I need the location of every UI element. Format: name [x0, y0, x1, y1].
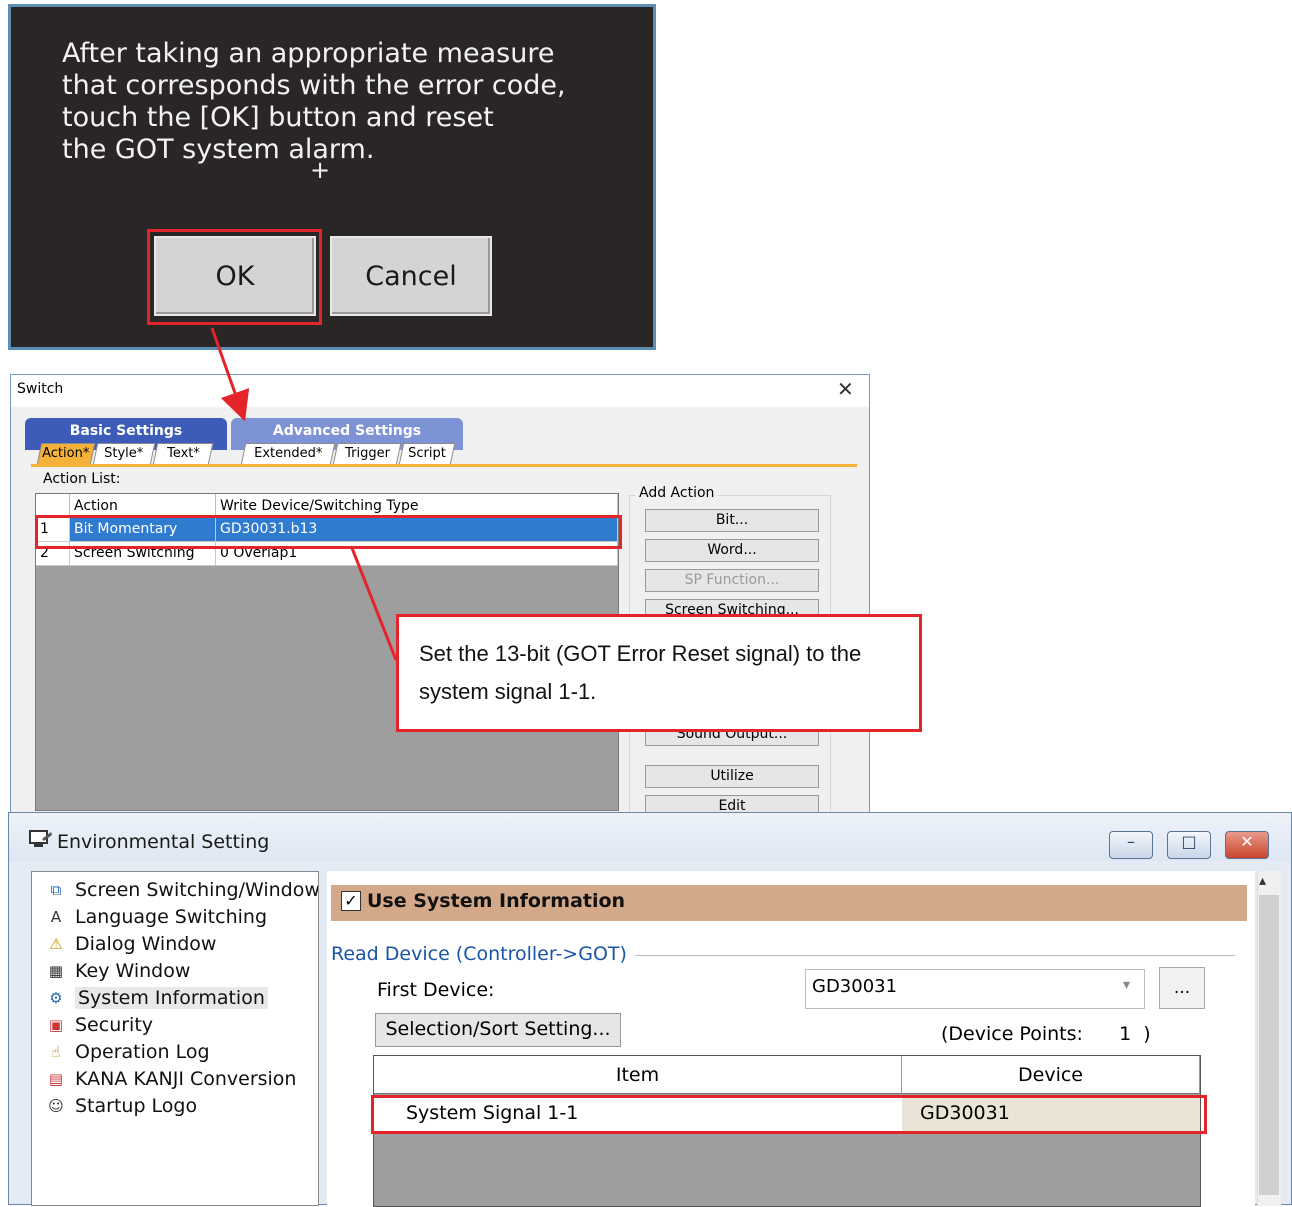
env-title: Environmental Setting — [57, 831, 270, 853]
tree-item-startup-logo[interactable]: ☺ Startup Logo — [46, 1093, 197, 1119]
word-button[interactable]: Word... — [645, 539, 819, 562]
security-icon: ▣ — [48, 1016, 64, 1034]
tab-action[interactable]: Action* — [36, 443, 96, 465]
scroll-up-icon[interactable]: ▴ — [1259, 873, 1266, 889]
action-list-label: Action List: — [43, 471, 121, 487]
sp-function-button[interactable]: SP Function... — [645, 569, 819, 592]
bit-button[interactable]: Bit... — [645, 509, 819, 532]
keypad-icon: ▦ — [48, 962, 64, 980]
grid-corner — [36, 494, 70, 517]
close-icon[interactable]: ✕ — [1225, 831, 1269, 859]
tab-style[interactable]: Style* — [92, 443, 156, 465]
screen-switching-icon: ⧉ — [50, 881, 62, 899]
first-device-label: First Device: — [377, 979, 495, 1001]
column-header-device: Write Device/Switching Type — [216, 494, 618, 517]
close-icon[interactable]: ✕ — [837, 377, 854, 401]
operation-log-icon: ☝ — [51, 1043, 61, 1061]
use-system-info-checkbox[interactable]: ✓ — [341, 891, 361, 911]
kana-kanji-icon: ▤ — [48, 1070, 64, 1088]
chevron-down-icon[interactable]: ▾ — [1123, 977, 1130, 993]
tree-item-key-window[interactable]: ▦ Key Window — [46, 958, 191, 984]
column-header-action: Action — [70, 494, 216, 517]
column-header-item: Item — [374, 1056, 902, 1094]
minimize-icon[interactable]: – — [1109, 831, 1153, 859]
tree-item-kana-kanji[interactable]: ▤ KANA KANJI Conversion — [46, 1066, 297, 1092]
tab-text[interactable]: Text* — [152, 443, 214, 465]
env-settings-icon — [29, 830, 52, 847]
environmental-setting-window: Environmental Setting – □ ✕ ⧉ Screen Swit… — [8, 812, 1292, 1207]
switch-title: Switch — [17, 381, 64, 397]
tree-item-operation-log[interactable]: ☝ Operation Log — [46, 1039, 209, 1065]
settings-tree: ⧉ Screen Switching/Window A Language Switc… — [31, 871, 319, 1206]
tab-script[interactable]: Script — [398, 443, 456, 465]
switch-dialog: Switch ✕ Basic Settings Advanced Setting… — [10, 374, 870, 819]
column-header-device: Device — [902, 1056, 1200, 1094]
signal-row-highlight-box — [371, 1095, 1207, 1134]
selection-sort-button[interactable]: Selection/Sort Setting... — [375, 1013, 621, 1047]
tree-item-language-switching[interactable]: A Language Switching — [46, 904, 267, 930]
system-info-icon: ⚙ — [49, 989, 63, 1007]
got-cancel-button[interactable]: Cancel — [330, 236, 492, 316]
tab-underline — [31, 464, 857, 467]
switch-titlebar — [11, 375, 869, 407]
utilize-button[interactable]: Utilize — [645, 765, 819, 788]
annotation-callout: Set the 13-bit (GOT Error Reset signal) … — [396, 614, 922, 732]
tree-item-system-information[interactable]: ⚙ System Information — [46, 985, 268, 1011]
ok-highlight-box — [147, 229, 322, 325]
row-highlight-box — [35, 515, 622, 549]
tree-item-dialog-window[interactable]: ⚠ Dialog Window — [46, 931, 216, 957]
tree-item-security[interactable]: ▣ Security — [46, 1012, 153, 1038]
language-icon: A — [50, 908, 62, 926]
first-device-field[interactable]: GD30031 — [805, 969, 1145, 1009]
warning-icon: ⚠ — [49, 935, 63, 953]
scroll-thumb[interactable] — [1259, 895, 1279, 1195]
touch-cursor-icon: + — [310, 156, 331, 184]
use-system-info-label: Use System Information — [367, 890, 626, 912]
group-divider — [635, 955, 1235, 956]
tab-trigger[interactable]: Trigger — [332, 443, 402, 465]
tab-extended[interactable]: Extended* — [240, 443, 336, 465]
startup-logo-icon: ☺ — [48, 1097, 64, 1115]
read-device-label: Read Device (Controller->GOT) — [331, 943, 627, 965]
tree-item-screen-switching[interactable]: ⧉ Screen Switching/Window — [46, 877, 318, 903]
device-points-text: (Device Points: 1 ) — [941, 1023, 1151, 1045]
got-alarm-message: After taking an appropriate measure that… — [62, 38, 566, 165]
browse-button[interactable]: ... — [1159, 967, 1205, 1009]
maximize-icon[interactable]: □ — [1167, 831, 1211, 859]
add-action-label: Add Action — [635, 485, 719, 501]
